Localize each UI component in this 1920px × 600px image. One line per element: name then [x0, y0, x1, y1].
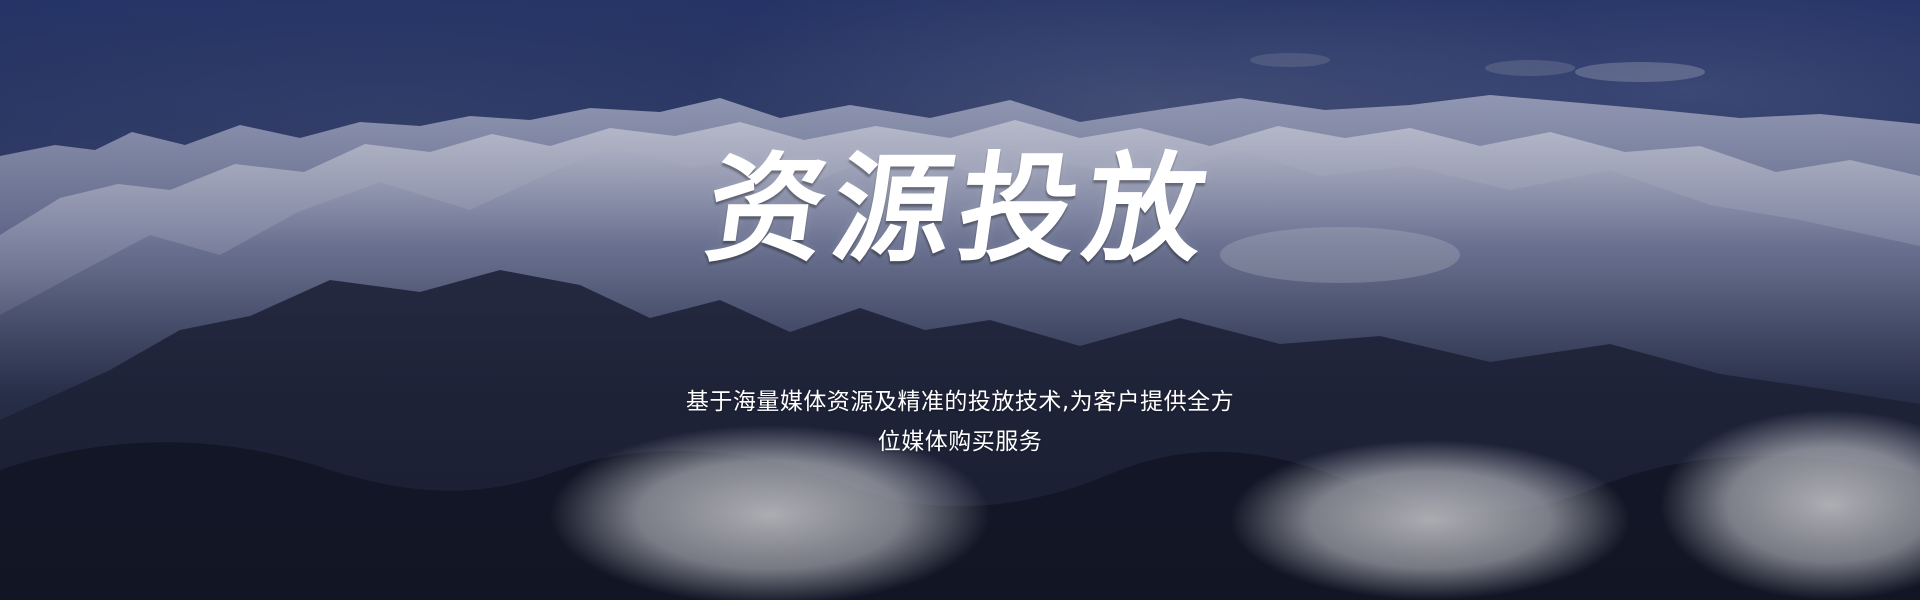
hero-content: 资源投放 基于海量媒体资源及精准的投放技术,为客户提供全方 位媒体购买服务	[0, 0, 1920, 600]
hero-subtitle: 基于海量媒体资源及精准的投放技术,为客户提供全方 位媒体购买服务	[620, 382, 1300, 462]
hero-subtitle-line-1: 基于海量媒体资源及精准的投放技术,为客户提供全方	[685, 389, 1235, 415]
hero-banner: 资源投放 基于海量媒体资源及精准的投放技术,为客户提供全方 位媒体购买服务	[0, 0, 1920, 600]
hero-subtitle-line-2: 位媒体购买服务	[877, 429, 1043, 455]
hero-title: 资源投放	[698, 139, 1222, 278]
